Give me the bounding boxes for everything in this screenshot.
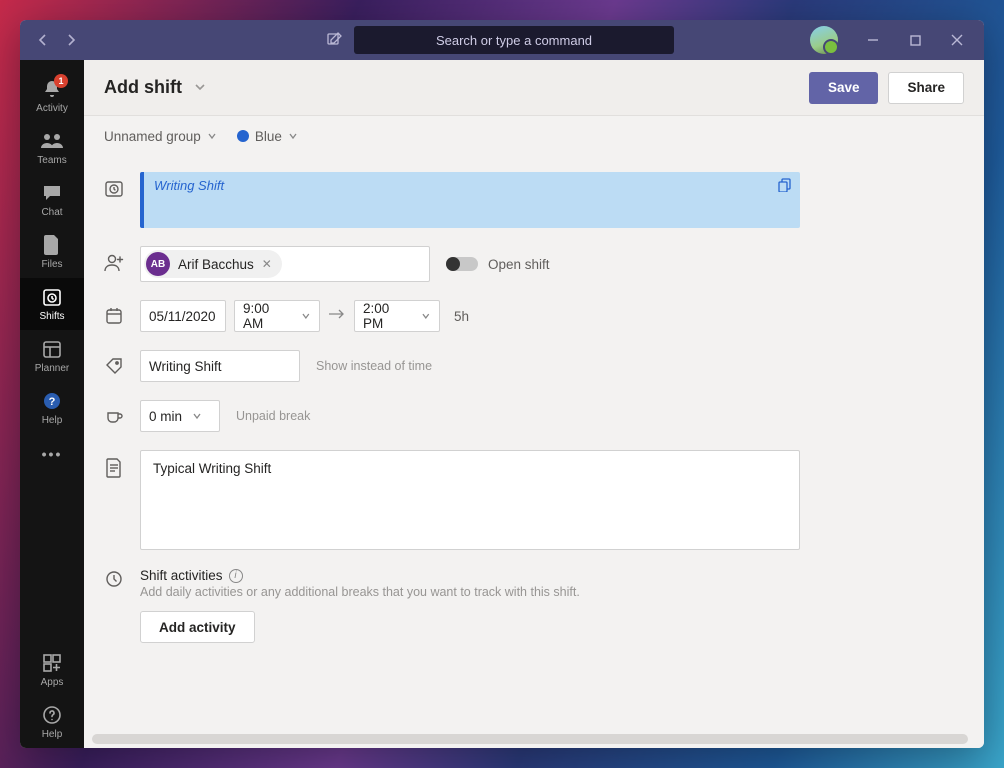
- minimize-icon[interactable]: [866, 33, 880, 47]
- duration-label: 5h: [454, 309, 469, 324]
- rail-label: Help: [42, 729, 63, 740]
- planner-icon: [41, 338, 63, 360]
- copy-icon[interactable]: [778, 178, 792, 197]
- rail-label: Apps: [41, 677, 64, 688]
- rail-label: Activity: [36, 103, 68, 114]
- horizontal-scrollbar[interactable]: [92, 734, 968, 744]
- notes-value: Typical Writing Shift: [153, 461, 271, 476]
- nav-back-icon[interactable]: [36, 33, 50, 47]
- chevron-down-icon[interactable]: [194, 77, 206, 98]
- rail-help[interactable]: ? Help: [20, 382, 84, 434]
- help-icon: [41, 704, 63, 726]
- rail-label: Teams: [37, 155, 66, 166]
- arrow-right-icon: [328, 307, 346, 325]
- activities-heading: Shift activities: [140, 568, 223, 583]
- page-title: Add shift: [104, 77, 182, 98]
- tag-icon: [104, 357, 124, 375]
- main-pane: Writing Shift AB: [84, 156, 984, 748]
- group-dropdown[interactable]: Unnamed group: [104, 129, 217, 144]
- person-name: Arif Bacchus: [178, 257, 254, 272]
- rail-files[interactable]: Files: [20, 226, 84, 278]
- person-add-icon: [104, 254, 124, 272]
- rail-activity[interactable]: 1 Activity: [20, 70, 84, 122]
- info-icon[interactable]: i: [229, 569, 243, 583]
- start-time-select[interactable]: 9:00 AM: [234, 300, 320, 332]
- chat-icon: [41, 182, 63, 204]
- search-placeholder: Search or type a command: [436, 33, 592, 48]
- compose-icon[interactable]: [324, 30, 344, 50]
- rail-help-bottom[interactable]: Help: [20, 696, 84, 748]
- rail-more-icon[interactable]: •••: [42, 434, 63, 474]
- titlebar: Search or type a command: [20, 20, 984, 60]
- person-avatar: AB: [146, 252, 170, 276]
- coffee-icon: [104, 407, 124, 425]
- avatar[interactable]: [810, 26, 838, 54]
- rail-label: Planner: [35, 363, 69, 374]
- app-window: Search or type a command 1 A: [20, 20, 984, 748]
- teams-icon: [41, 130, 63, 152]
- preview-title: Writing Shift: [154, 178, 224, 193]
- add-activity-button[interactable]: Add activity: [140, 611, 255, 643]
- activities-desc: Add daily activities or any additional b…: [140, 585, 580, 599]
- activity-badge: 1: [54, 74, 68, 88]
- rail-apps[interactable]: Apps: [20, 644, 84, 696]
- break-select[interactable]: 0 min: [140, 400, 220, 432]
- date-input[interactable]: 05/11/2020: [140, 300, 226, 332]
- color-dot-icon: [237, 130, 249, 142]
- color-label: Blue: [255, 129, 282, 144]
- nav-forward-icon[interactable]: [64, 33, 78, 47]
- save-button[interactable]: Save: [809, 72, 879, 104]
- tag-hint: Show instead of time: [316, 359, 432, 373]
- color-dropdown[interactable]: Blue: [237, 129, 298, 144]
- maximize-icon[interactable]: [908, 33, 922, 47]
- rail-shifts[interactable]: Shifts: [20, 278, 84, 330]
- share-button[interactable]: Share: [888, 72, 964, 104]
- rail-label: Files: [41, 259, 62, 270]
- group-label: Unnamed group: [104, 129, 201, 144]
- shift-preview-icon: [104, 180, 124, 198]
- break-hint: Unpaid break: [236, 409, 310, 423]
- person-chip: AB Arif Bacchus ✕: [144, 250, 282, 278]
- content-pane: Add shift Save Share Unnamed group Blue: [84, 60, 984, 748]
- rail-planner[interactable]: Planner: [20, 330, 84, 382]
- rail-label: Shifts: [39, 311, 64, 322]
- calendar-icon: [104, 307, 124, 325]
- tag-input[interactable]: Writing Shift: [140, 350, 300, 382]
- svg-text:?: ?: [49, 396, 56, 408]
- shifts-icon: [41, 286, 63, 308]
- end-time-select[interactable]: 2:00 PM: [354, 300, 440, 332]
- clock-icon: [104, 570, 124, 588]
- rail-teams[interactable]: Teams: [20, 122, 84, 174]
- apps-icon: [41, 652, 63, 674]
- help-circle-icon: ?: [41, 390, 63, 412]
- app-rail: 1 Activity Teams Chat Files Shifts Pl: [20, 60, 84, 748]
- open-shift-label: Open shift: [488, 257, 550, 272]
- notes-input[interactable]: Typical Writing Shift: [140, 450, 800, 550]
- search-input[interactable]: Search or type a command: [354, 26, 674, 54]
- person-input[interactable]: AB Arif Bacchus ✕: [140, 246, 430, 282]
- file-icon: [41, 234, 63, 256]
- close-icon[interactable]: [950, 33, 964, 47]
- open-shift-toggle[interactable]: [446, 257, 478, 271]
- subheader: Unnamed group Blue: [84, 116, 984, 156]
- page-header: Add shift Save Share: [84, 60, 984, 116]
- rail-label: Help: [42, 415, 63, 426]
- remove-chip-icon[interactable]: ✕: [262, 257, 272, 271]
- notes-icon: [104, 458, 124, 478]
- rail-chat[interactable]: Chat: [20, 174, 84, 226]
- shift-preview-card: Writing Shift: [140, 172, 800, 228]
- rail-label: Chat: [41, 207, 62, 218]
